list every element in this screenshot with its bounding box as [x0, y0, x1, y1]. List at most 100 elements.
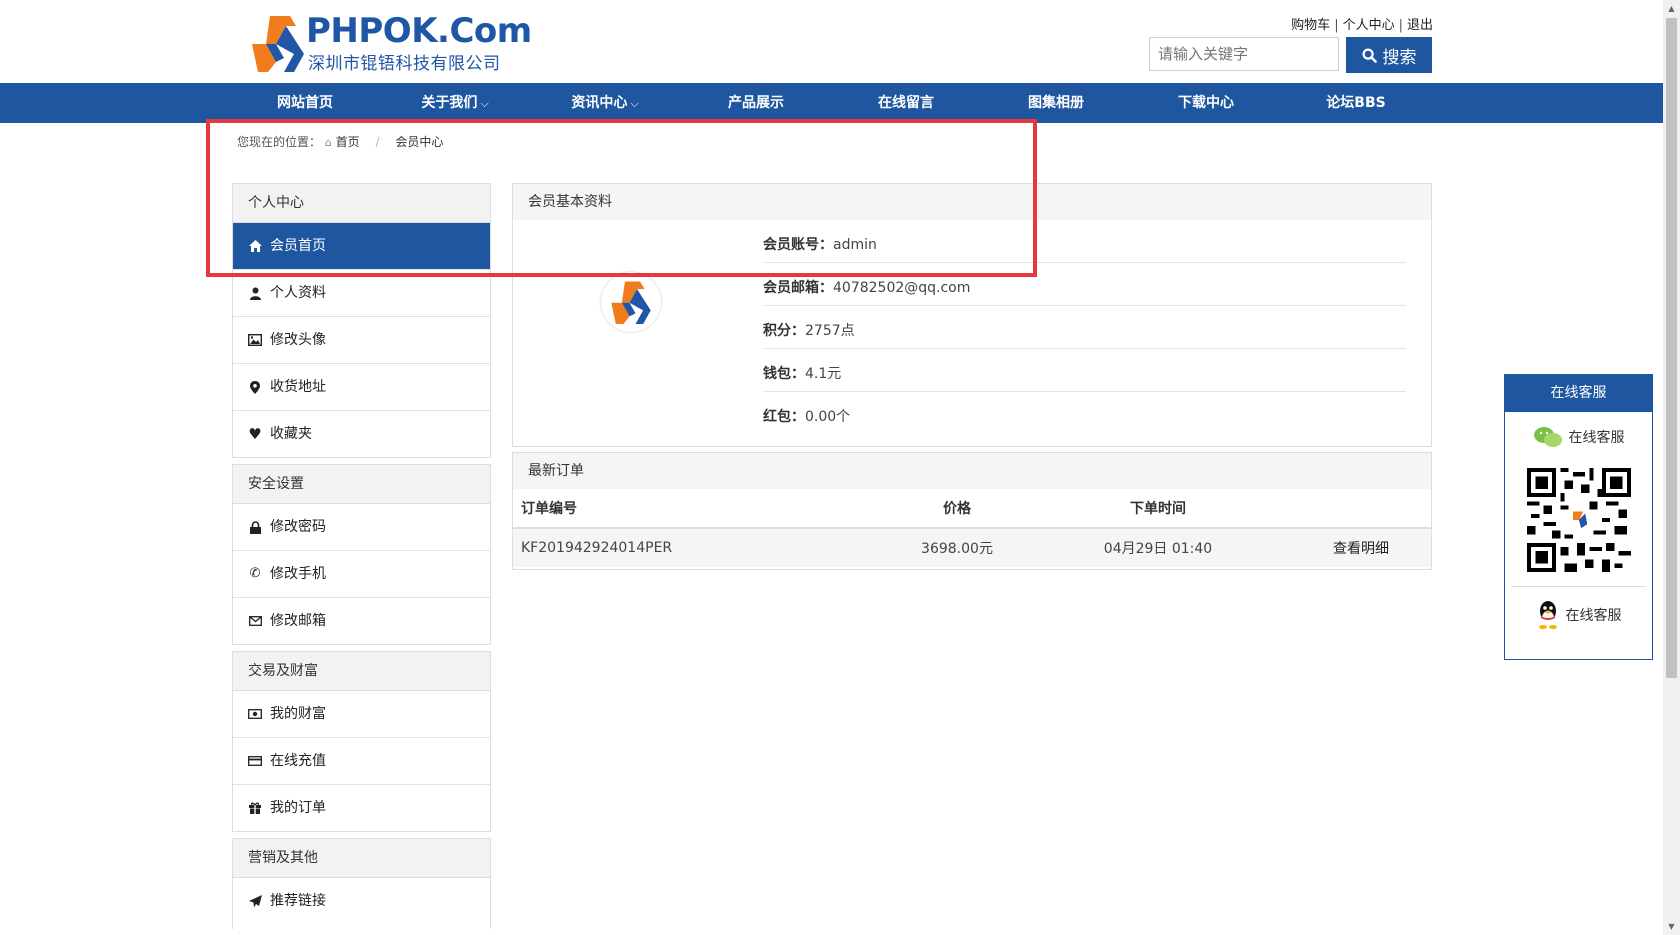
nav-item-products[interactable]: 产品展示	[706, 83, 806, 123]
orders-panel-title: 最新订单	[513, 453, 1431, 489]
search-button[interactable]: 搜索	[1346, 37, 1432, 73]
user-icon	[248, 286, 262, 300]
sidebar-item-avatar[interactable]: 修改头像	[233, 317, 490, 364]
column-header-order-id: 订单编号	[513, 489, 889, 529]
nav-item-download[interactable]: 下载中心	[1156, 83, 1256, 123]
nav-label: 产品展示	[728, 95, 784, 111]
sidebar-group-title: 个人中心	[233, 184, 490, 223]
nav-label: 网站首页	[277, 95, 333, 111]
user-center-link[interactable]: 个人中心	[1343, 18, 1395, 33]
sidebar-item-my-wealth[interactable]: 我的财富	[233, 691, 490, 738]
nav-item-bbs[interactable]: 论坛BBS	[1306, 83, 1406, 123]
column-header-time: 下单时间	[1025, 489, 1291, 529]
profile-panel-title: 会员基本资料	[513, 184, 1431, 220]
top-links: 购物车 | 个人中心 | 退出	[1291, 14, 1433, 33]
sidebar-item-my-orders[interactable]: 我的订单	[233, 785, 490, 831]
field-value: admin	[833, 237, 877, 253]
nav-item-home[interactable]: 网站首页	[255, 83, 355, 123]
money-icon	[248, 707, 262, 721]
service-wechat-link[interactable]: 在线客服	[1505, 412, 1652, 462]
sidebar-item-recharge[interactable]: 在线充值	[233, 738, 490, 785]
sidebar-item-label: 会员首页	[270, 238, 326, 254]
field-value: 40782502@qq.com	[833, 280, 971, 296]
breadcrumb-current: 会员中心	[395, 135, 444, 149]
sidebar-group-personal: 个人中心 会员首页 个人资料 修改头像 收货地址 ♥ 收藏夹	[232, 183, 491, 458]
sidebar-group-marketing: 营销及其他 推荐链接	[232, 838, 491, 929]
logo-text-cn: 深圳市锟铻科技有限公司	[308, 54, 501, 74]
sidebar-item-profile[interactable]: 个人资料	[233, 270, 490, 317]
chevron-down-icon: ⌵	[480, 97, 489, 110]
sidebar-group-title: 交易及财富	[233, 652, 490, 691]
nav-item-about[interactable]: 关于我们 ⌵	[400, 83, 510, 123]
qr-code-icon	[1526, 468, 1631, 572]
page-scrollbar[interactable]: ▲ ▼	[1663, 0, 1680, 935]
breadcrumb-home-label: 首页	[335, 135, 360, 149]
table-row: KF201942924014PER 3698.00元 04月29日 01:40 …	[513, 528, 1431, 567]
breadcrumb-prefix: 您现在的位置：	[237, 135, 322, 149]
envelope-icon	[248, 614, 262, 628]
sidebar-item-label: 收藏夹	[270, 426, 312, 442]
sidebar-item-label: 个人资料	[270, 285, 326, 301]
profile-info-list: 会员账号：admin 会员邮箱：40782502@qq.com 积分：2757点…	[763, 220, 1406, 434]
breadcrumb-home-link[interactable]: ⌂ 首页	[325, 135, 360, 149]
site-logo[interactable]: PHPOK.Com 深圳市锟铻科技有限公司	[248, 12, 532, 74]
send-icon	[248, 894, 262, 908]
nav-item-message[interactable]: 在线留言	[856, 83, 956, 123]
table-header-row: 订单编号 价格 下单时间	[513, 489, 1431, 529]
sidebar-item-change-phone[interactable]: ✆ 修改手机	[233, 551, 490, 598]
field-label: 钱包：	[763, 366, 805, 382]
sidebar-item-change-password[interactable]: 修改密码	[233, 504, 490, 551]
field-label: 会员账号：	[763, 237, 833, 253]
orders-panel: 最新订单 订单编号 价格 下单时间 KF201942924014PER 3698…	[512, 452, 1432, 570]
gift-icon	[248, 801, 262, 815]
scrollbar-thumb[interactable]	[1666, 18, 1677, 678]
service-qq-link[interactable]: 在线客服	[1505, 587, 1652, 643]
field-value: 4.1元	[805, 366, 842, 382]
nav-label: 关于我们	[421, 95, 478, 111]
sidebar-item-address[interactable]: 收货地址	[233, 364, 490, 411]
avatar	[601, 272, 661, 332]
sidebar-item-label: 收货地址	[270, 379, 326, 395]
logout-link[interactable]: 退出	[1407, 18, 1433, 33]
logo-mark-icon	[252, 16, 304, 72]
breadcrumb-divider: /	[375, 135, 380, 149]
sidebar-item-change-email[interactable]: 修改邮箱	[233, 598, 490, 644]
view-order-detail-link[interactable]: 查看明细	[1333, 541, 1389, 557]
sidebar-item-label: 我的订单	[270, 800, 326, 816]
nav-label: 图集相册	[1028, 95, 1084, 111]
sidebar-item-label: 推荐链接	[270, 893, 326, 909]
breadcrumb: 您现在的位置： ⌂ 首页 / 会员中心	[237, 133, 443, 150]
service-wechat-label: 在线客服	[1568, 430, 1625, 446]
scroll-up-arrow-icon[interactable]: ▲	[1663, 0, 1680, 17]
profile-field-account: 会员账号：admin	[763, 220, 1406, 263]
field-label: 会员邮箱：	[763, 280, 833, 296]
orders-table: 订单编号 价格 下单时间 KF201942924014PER 3698.00元 …	[513, 489, 1431, 567]
qq-penguin-icon	[1538, 601, 1557, 629]
sidebar-item-label: 修改头像	[270, 332, 326, 348]
cart-link[interactable]: 购物车	[1291, 18, 1330, 33]
nav-label: 下载中心	[1178, 95, 1234, 111]
lock-icon	[248, 520, 262, 534]
sidebar-item-member-home[interactable]: 会员首页	[233, 223, 490, 270]
nav-item-gallery[interactable]: 图集相册	[1006, 83, 1106, 123]
sidebar-group-title: 营销及其他	[233, 839, 490, 878]
sidebar-item-label: 在线充值	[270, 753, 326, 769]
nav-label: 在线留言	[878, 95, 934, 111]
scroll-down-arrow-icon[interactable]: ▼	[1663, 918, 1680, 935]
main-nav: 网站首页 关于我们 ⌵ 资讯中心 ⌵ 产品展示 在线留言 图集相册 下载中心 论坛B…	[0, 83, 1663, 123]
online-service-widget: 在线客服 在线客服 在线客服	[1504, 374, 1653, 660]
nav-item-news[interactable]: 资讯中心 ⌵	[550, 83, 660, 123]
sidebar: 个人中心 会员首页 个人资料 修改头像 收货地址 ♥ 收藏夹 安全设置 修改密码	[232, 183, 491, 935]
sidebar-item-favorites[interactable]: ♥ 收藏夹	[233, 411, 490, 457]
chevron-down-icon: ⌵	[630, 97, 639, 110]
home-icon: ⌂	[324, 136, 332, 149]
sidebar-item-referral-link[interactable]: 推荐链接	[233, 878, 490, 924]
top-link-separator: |	[1398, 18, 1403, 33]
profile-panel: 会员基本资料 会员账号：admin 会员邮箱：40782502@qq.com 积…	[512, 183, 1432, 447]
phone-icon: ✆	[249, 566, 261, 581]
profile-field-redpacket: 红包：0.00个	[763, 392, 1406, 434]
sidebar-group-wealth: 交易及财富 我的财富 在线充值 我的订单	[232, 651, 491, 832]
search-icon	[1361, 47, 1377, 63]
profile-field-wallet: 钱包：4.1元	[763, 349, 1406, 392]
search-input[interactable]	[1149, 37, 1339, 71]
